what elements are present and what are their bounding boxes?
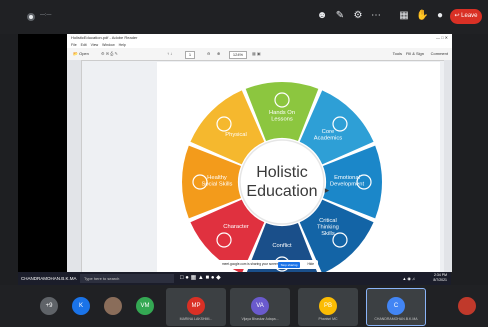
- tray-icons[interactable]: ▲ ◉ ♫: [402, 272, 415, 285]
- participant-avatar[interactable]: C: [387, 297, 405, 315]
- menu-file[interactable]: File: [67, 43, 77, 47]
- segment-label: Character: [223, 224, 249, 230]
- open-label: Open: [79, 51, 89, 56]
- segment-label: Lessons: [271, 117, 293, 123]
- participant-name: CHANDRAMOHAN.B.K.MA: [374, 317, 418, 321]
- zoom-field[interactable]: 124%: [229, 51, 247, 59]
- pdf-title-bar: HolisticEducation.pdf - Adobe Reader — □…: [67, 34, 452, 42]
- participant-strip: +9 K VM MP MARINA LAKSHMI... VA Vijaya B…: [0, 285, 488, 327]
- chat-icon[interactable]: ✎: [334, 10, 346, 22]
- menu-view[interactable]: View: [88, 43, 99, 47]
- segment-label: Hands On: [269, 110, 295, 116]
- page-number-field[interactable]: 1: [185, 51, 195, 59]
- taskbar-apps-icon[interactable]: □ ● ▦ ▲ ■ ● ◆: [180, 272, 221, 285]
- menu-help[interactable]: Help: [116, 43, 126, 47]
- fill-sign-tab[interactable]: Fill & Sign: [406, 48, 424, 60]
- screen-share-notification: meet.google.com is sharing your screen. …: [218, 260, 318, 269]
- participant-avatar[interactable]: K: [72, 297, 90, 315]
- segment-label: Thinking: [317, 224, 339, 230]
- participant-name: MARINA LAKSHMI...: [179, 317, 213, 321]
- people-icon[interactable]: ☻: [316, 10, 328, 22]
- segment-label: Critical: [319, 218, 337, 224]
- pdf-window-title: HolisticEducation.pdf - Adobe Reader: [71, 35, 138, 40]
- segment-label: Academics: [314, 136, 342, 142]
- comment-tab[interactable]: Comment: [431, 48, 448, 60]
- participant-name: Vijaya Bhaskar Adapa...: [241, 317, 279, 321]
- segment-label: Development: [330, 182, 365, 188]
- pdf-toolbar: 📂 Open ⚙ ✉ ⎙ ✎ ↑ ↓ 1 ⊖ ⊕ 124% ▦ ▣ Tools …: [67, 48, 452, 61]
- menu-window[interactable]: Window: [99, 43, 114, 47]
- taskbar-clock: 2:34 PM 8/7/2021: [433, 273, 447, 283]
- presenter-name: CHANDRAMOHAN.B.K.MA: [21, 276, 77, 281]
- diagram-center-line2: Education: [246, 183, 317, 200]
- more-options-icon[interactable]: ⋯: [370, 10, 382, 22]
- segment-label: Emotional: [334, 175, 360, 181]
- participant-name: Phanisri MC: [318, 317, 338, 321]
- pdf-reader-window: HolisticEducation.pdf - Adobe Reader — □…: [67, 34, 452, 282]
- segment-label: Social Skills: [202, 182, 233, 188]
- fit-page-icon[interactable]: ▦ ▣: [252, 48, 261, 60]
- segment-label: Skills: [321, 231, 335, 237]
- participant-avatar[interactable]: PB: [319, 297, 337, 315]
- pdf-side-panel[interactable]: [67, 60, 82, 272]
- segment-label: Healthy: [207, 175, 227, 181]
- zoom-in-icon[interactable]: ⊕: [217, 48, 220, 60]
- pdf-scrollbar[interactable]: [444, 60, 452, 272]
- segment-label: Physical: [225, 132, 247, 138]
- meeting-top-bar: —:— ☻ ✎ ⚙ ⋯ ▦ ✋ ● ↩ Leave: [0, 0, 488, 34]
- share-message: meet.google.com is sharing your screen.: [222, 262, 280, 266]
- recording-label: —:—: [40, 12, 52, 18]
- participant-avatar[interactable]: VA: [251, 297, 269, 315]
- holistic-education-diagram: Holistic Education ▸ Hands OnLessonsCore…: [182, 82, 382, 282]
- shared-screen: HolisticEducation.pdf - Adobe Reader — □…: [18, 34, 452, 285]
- more-participants-badge[interactable]: +9: [40, 297, 58, 315]
- leave-button[interactable]: ↩ Leave: [450, 9, 482, 24]
- segment-label: Conflict: [272, 243, 292, 249]
- windows-taskbar: Type here to search □ ● ▦ ▲ ■ ● ◆ ▲ ◉ ♫ …: [18, 272, 451, 285]
- toolbar-icons[interactable]: ⚙ ✉ ⎙ ✎: [101, 48, 118, 60]
- hide-share-button[interactable]: Hide: [307, 260, 314, 269]
- participant-avatar[interactable]: MP: [187, 297, 205, 315]
- menu-edit[interactable]: Edit: [78, 43, 87, 47]
- window-controls[interactable]: — □ ✕: [436, 34, 448, 42]
- mic-icon[interactable]: ●: [434, 10, 446, 22]
- activities-icon[interactable]: ⚙: [352, 10, 364, 22]
- clock-date: 8/7/2021: [433, 278, 447, 282]
- participant-photo-avatar[interactable]: [104, 297, 122, 315]
- segment-label: Core: [322, 129, 335, 135]
- diagram-center-circle: [239, 139, 325, 225]
- pdf-page: Holistic Education ▸ Hands On Lessons Core…: [157, 62, 440, 282]
- clock-time: 2:34 PM: [433, 273, 447, 277]
- diagram-center-line1: Holistic: [256, 164, 308, 181]
- leave-label: Leave: [461, 13, 478, 19]
- zoom-out-icon[interactable]: ⊖: [207, 48, 210, 60]
- hand-raise-icon[interactable]: ✋: [416, 10, 428, 22]
- taskbar-search[interactable]: Type here to search: [80, 274, 174, 283]
- recording-indicator-icon: [27, 13, 35, 21]
- stop-sharing-button[interactable]: Stop sharing: [278, 261, 300, 268]
- layout-icon[interactable]: ▦: [398, 10, 410, 22]
- open-button[interactable]: 📂 Open: [73, 48, 89, 60]
- participant-avatar[interactable]: VM: [136, 297, 154, 315]
- self-view-avatar[interactable]: [458, 297, 476, 315]
- page-nav-icon[interactable]: ↑ ↓: [167, 48, 172, 60]
- tools-tab[interactable]: Tools: [393, 48, 402, 60]
